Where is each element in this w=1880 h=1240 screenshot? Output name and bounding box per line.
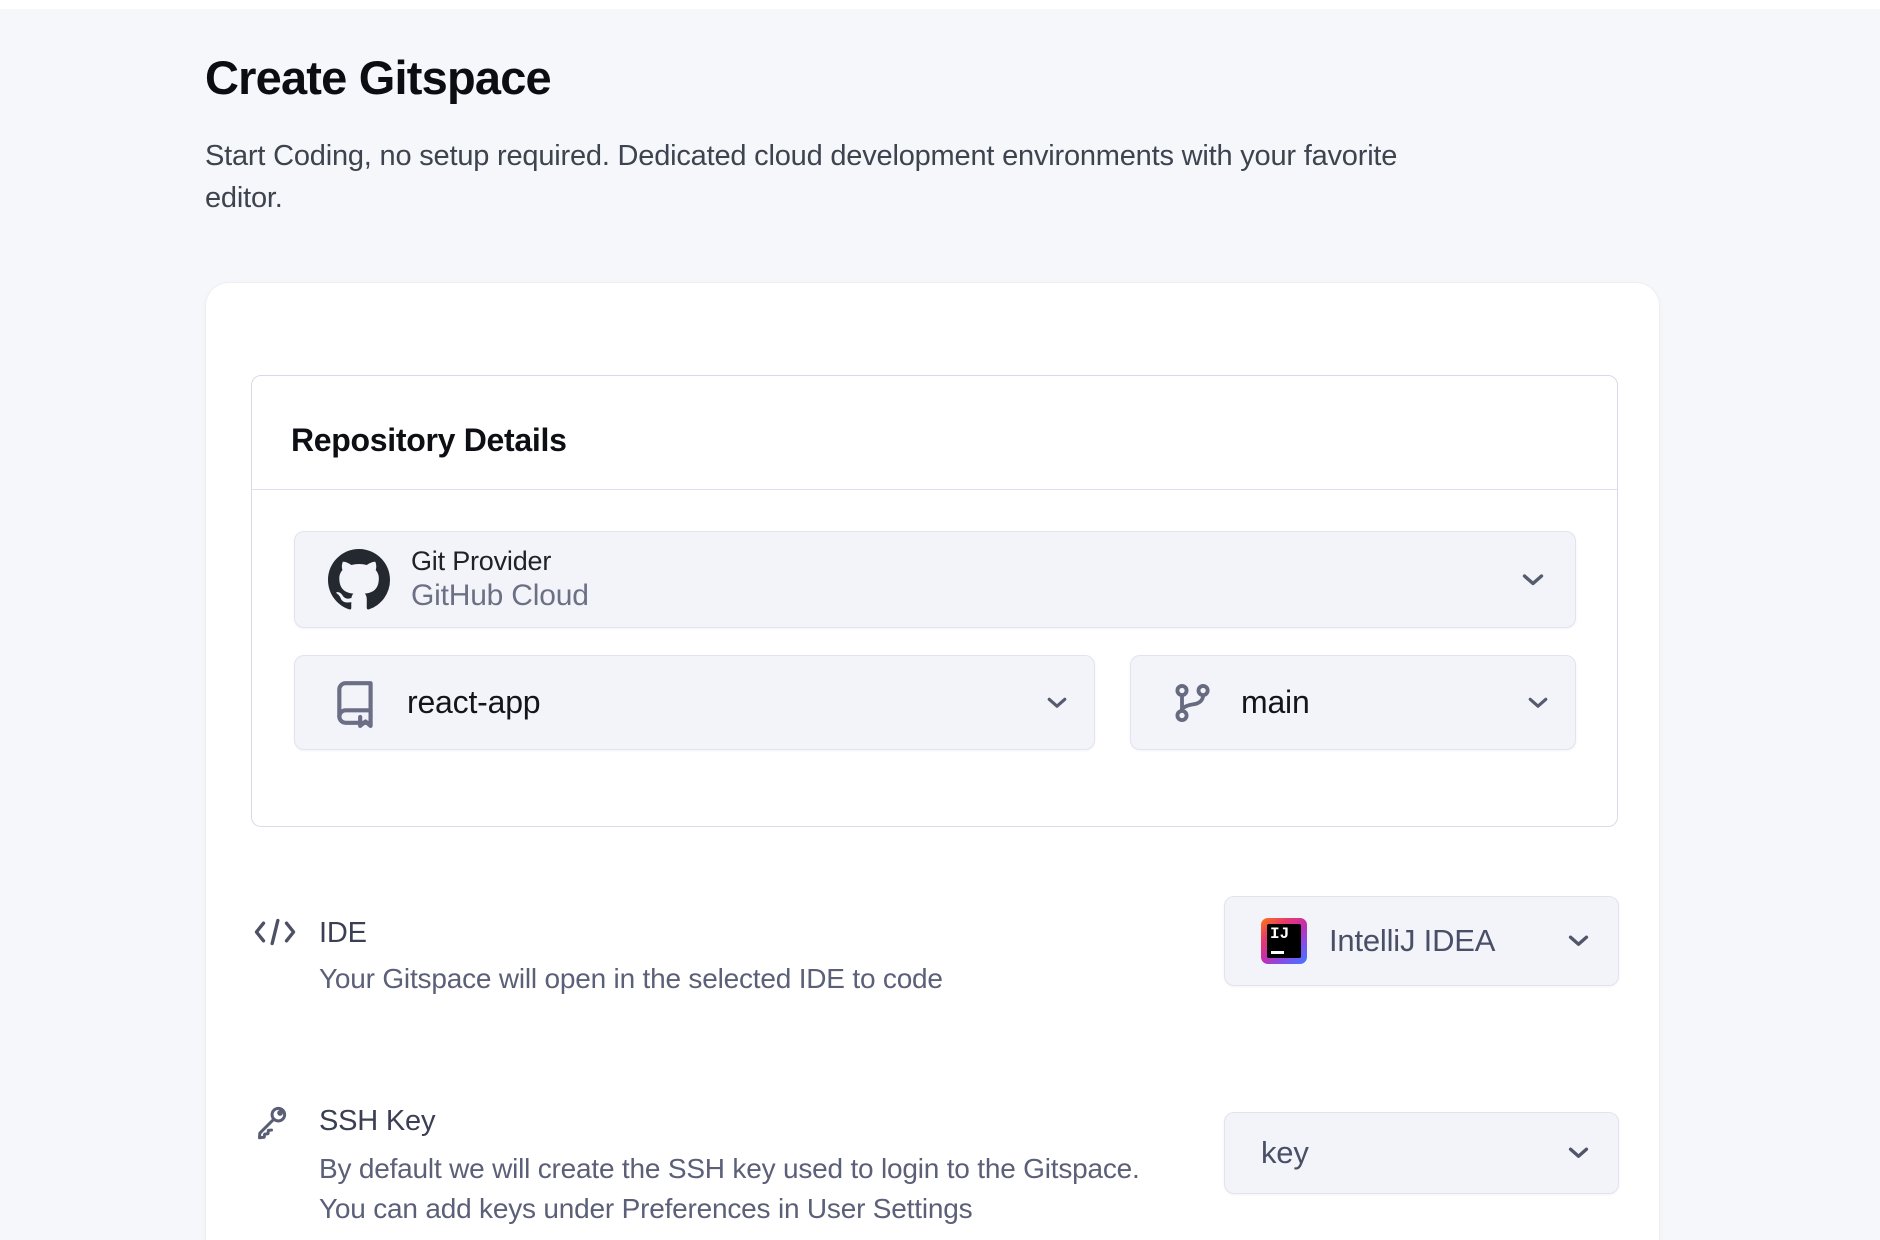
chevron-down-icon (1521, 572, 1545, 587)
page-subtitle: Start Coding, no setup required. Dedicat… (205, 135, 1397, 219)
ide-value: IntelliJ IDEA (1329, 923, 1495, 959)
top-strip (0, 0, 1880, 9)
git-provider-label: Git Provider (411, 545, 589, 578)
intellij-logo-text: IJ (1270, 925, 1289, 943)
repository-details-heading: Repository Details (291, 422, 567, 459)
git-branch-icon (1171, 681, 1215, 725)
ssh-key-select[interactable]: key (1224, 1112, 1619, 1194)
repo-icon (331, 678, 381, 728)
ssh-key-label: SSH Key (319, 1105, 435, 1138)
ssh-key-description: By default we will create the SSH key us… (319, 1149, 1140, 1229)
create-gitspace-page: Create Gitspace Start Coding, no setup r… (0, 0, 1880, 1240)
chevron-down-icon (1046, 696, 1068, 710)
chevron-down-icon (1567, 1146, 1590, 1160)
git-provider-value: GitHub Cloud (411, 578, 589, 614)
code-icon (252, 915, 298, 949)
chevron-down-icon (1567, 934, 1590, 948)
repository-value: react-app (407, 684, 540, 721)
ide-description: Your Gitspace will open in the selected … (319, 959, 943, 999)
page-title: Create Gitspace (205, 50, 551, 105)
ide-select[interactable]: IJ IntelliJ IDEA (1224, 896, 1619, 986)
ide-label: IDE (319, 917, 367, 950)
gitspace-form-card: Repository Details Git Provider GitHub C… (205, 282, 1660, 1240)
chevron-down-icon (1527, 696, 1549, 710)
branch-select[interactable]: main (1130, 655, 1576, 750)
repository-details-card: Repository Details Git Provider GitHub C… (251, 375, 1618, 827)
git-provider-texts: Git Provider GitHub Cloud (411, 545, 589, 614)
key-icon (250, 1101, 292, 1143)
github-icon (328, 549, 390, 611)
branch-value: main (1241, 684, 1310, 721)
repository-select[interactable]: react-app (294, 655, 1095, 750)
git-provider-select[interactable]: Git Provider GitHub Cloud (294, 531, 1576, 628)
ssh-key-value: key (1261, 1135, 1309, 1171)
intellij-idea-icon: IJ (1261, 918, 1307, 964)
repository-details-header: Repository Details (252, 376, 1617, 490)
